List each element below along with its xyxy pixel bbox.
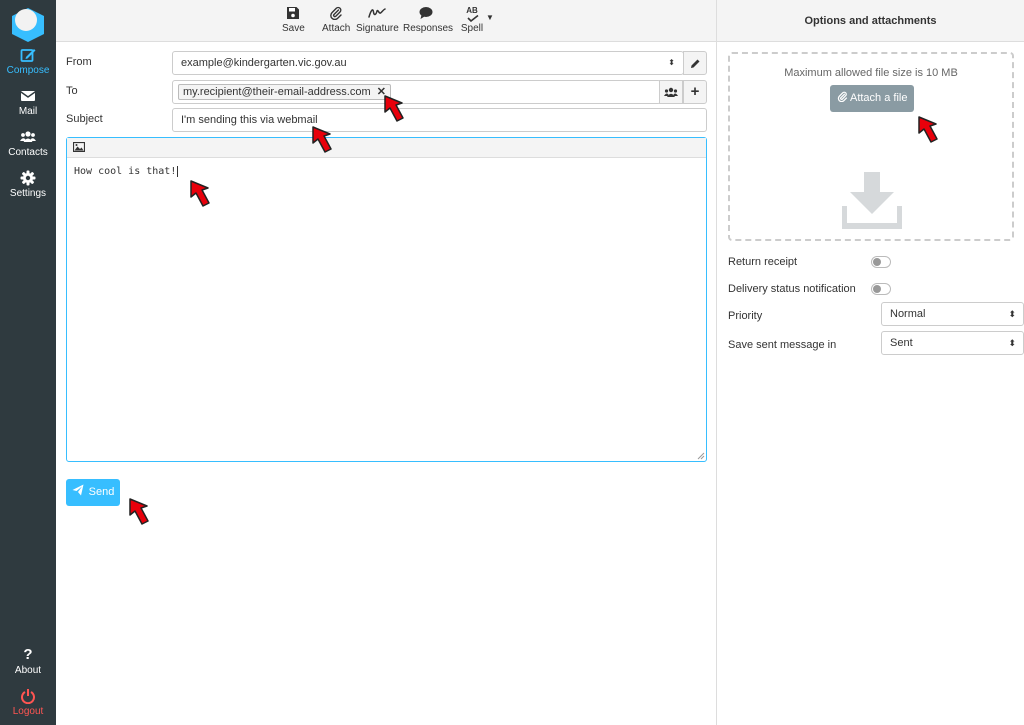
paperclip-icon — [330, 6, 342, 20]
attach-file-label: Attach a file — [849, 92, 908, 104]
attach-file-button[interactable]: Attach a file — [830, 85, 914, 112]
annotation-arrow — [129, 498, 149, 525]
resize-handle-icon[interactable] — [697, 452, 705, 460]
attach-button[interactable]: Attach — [322, 6, 350, 34]
subject-label: Subject — [66, 113, 103, 125]
save-sent-select[interactable]: Sent ⬍ — [881, 331, 1024, 355]
responses-button[interactable]: Responses — [403, 6, 453, 34]
message-editor[interactable]: How cool is that! — [66, 137, 707, 462]
edit-identity-button[interactable] — [683, 51, 707, 75]
image-icon[interactable] — [72, 141, 86, 153]
nav-about-label: About — [14, 665, 42, 676]
attach-label: Attach — [322, 23, 351, 34]
return-receipt-toggle[interactable] — [871, 256, 891, 268]
nav-contacts-label: Contacts — [8, 147, 48, 158]
select-arrows-icon: ⬍ — [1008, 338, 1016, 348]
annotation-arrow — [190, 180, 210, 207]
subject-value: I'm sending this via webmail — [181, 114, 318, 126]
editor-toolbar — [67, 138, 706, 158]
spell-label: Spell — [460, 23, 484, 34]
compose-icon — [20, 49, 36, 62]
recipient-address: my.recipient@their-email-address.com — [183, 86, 371, 98]
save-sent-label: Save sent message in — [728, 339, 837, 351]
plus-icon: + — [690, 83, 700, 100]
save-sent-value: Sent — [890, 337, 913, 349]
paperclip-icon — [837, 91, 847, 103]
from-label: From — [66, 56, 92, 68]
from-value: example@kindergarten.vic.gov.au — [181, 57, 347, 69]
nav-settings-label: Settings — [9, 188, 47, 199]
text-cursor — [177, 166, 179, 177]
message-body[interactable]: How cool is that! — [67, 158, 706, 185]
delivery-status-toggle[interactable] — [871, 283, 891, 295]
priority-select[interactable]: Normal ⬍ — [881, 302, 1024, 326]
spell-dropdown-icon[interactable]: ▼ — [486, 13, 494, 22]
select-arrows-icon: ⬍ — [668, 58, 675, 67]
contacts-icon — [664, 87, 678, 97]
spell-check-icon: AB — [458, 6, 486, 23]
attachment-dropzone[interactable]: Maximum allowed file size is 10 MB Attac… — [728, 52, 1014, 241]
left-nav: Compose Mail Contacts Settings ? About L… — [0, 0, 56, 725]
signature-icon — [368, 8, 386, 18]
mail-icon — [20, 91, 36, 101]
send-button[interactable]: Send — [66, 479, 120, 506]
save-sent-row: Save sent message in Sent ⬍ — [728, 331, 1024, 355]
select-arrows-icon: ⬍ — [1008, 309, 1016, 319]
from-select[interactable]: example@kindergarten.vic.gov.au ⬍ — [172, 51, 684, 75]
responses-label: Responses — [403, 23, 454, 34]
priority-value: Normal — [890, 308, 926, 320]
paper-plane-icon — [72, 484, 84, 496]
message-body-text: How cool is that! — [74, 166, 177, 177]
add-recipient-button[interactable]: + — [683, 80, 707, 104]
power-icon — [21, 689, 35, 704]
speech-bubble-icon — [419, 7, 433, 19]
nav-about[interactable]: ? About — [0, 646, 56, 677]
nav-mail[interactable]: Mail — [0, 88, 56, 117]
max-file-size: Maximum allowed file size is 10 MB — [784, 67, 958, 79]
nav-mail-label: Mail — [18, 106, 38, 117]
download-icon — [842, 172, 902, 229]
subject-input[interactable]: I'm sending this via webmail — [172, 108, 707, 132]
signature-button[interactable]: Signature — [356, 6, 399, 34]
gear-icon — [20, 170, 36, 186]
nav-compose-label: Compose — [6, 65, 50, 76]
save-button[interactable]: Save — [282, 6, 305, 34]
priority-label: Priority — [728, 310, 763, 322]
nav-compose[interactable]: Compose — [0, 47, 56, 76]
priority-row: Priority Normal ⬍ — [728, 302, 1024, 326]
return-receipt-label: Return receipt — [728, 256, 798, 268]
recipient-chip: my.recipient@their-email-address.com ✕ — [178, 84, 391, 100]
spell-button[interactable]: AB Spell — [458, 6, 486, 34]
annotation-arrow — [918, 116, 938, 143]
compose-toolbar: Save Attach Signature Responses AB Spell… — [56, 0, 717, 42]
delivery-status-label: Delivery status notification — [728, 283, 856, 295]
to-input[interactable]: my.recipient@their-email-address.com ✕ — [172, 80, 661, 104]
save-icon — [287, 7, 299, 19]
options-title: Options and attachments — [717, 0, 1024, 42]
help-icon: ? — [23, 646, 33, 663]
annotation-arrow — [312, 126, 332, 153]
nav-settings[interactable]: Settings — [0, 170, 56, 199]
pencil-icon — [690, 59, 699, 68]
annotation-arrow — [384, 95, 404, 122]
nav-logout-label: Logout — [12, 706, 44, 717]
send-label: Send — [88, 486, 115, 498]
add-contact-group-button[interactable] — [659, 80, 683, 104]
nav-contacts[interactable]: Contacts — [0, 129, 56, 158]
to-label: To — [66, 85, 78, 97]
spell-icon-text: AB — [466, 6, 478, 15]
signature-label: Signature — [356, 23, 399, 34]
contacts-icon — [20, 131, 36, 142]
nav-logout[interactable]: Logout — [0, 688, 56, 717]
logo — [12, 8, 44, 42]
delivery-status-row: Delivery status notification — [728, 283, 1014, 295]
options-panel: Options and attachments Maximum allowed … — [716, 0, 1024, 725]
save-label: Save — [282, 23, 305, 34]
return-receipt-row: Return receipt — [728, 256, 1014, 268]
